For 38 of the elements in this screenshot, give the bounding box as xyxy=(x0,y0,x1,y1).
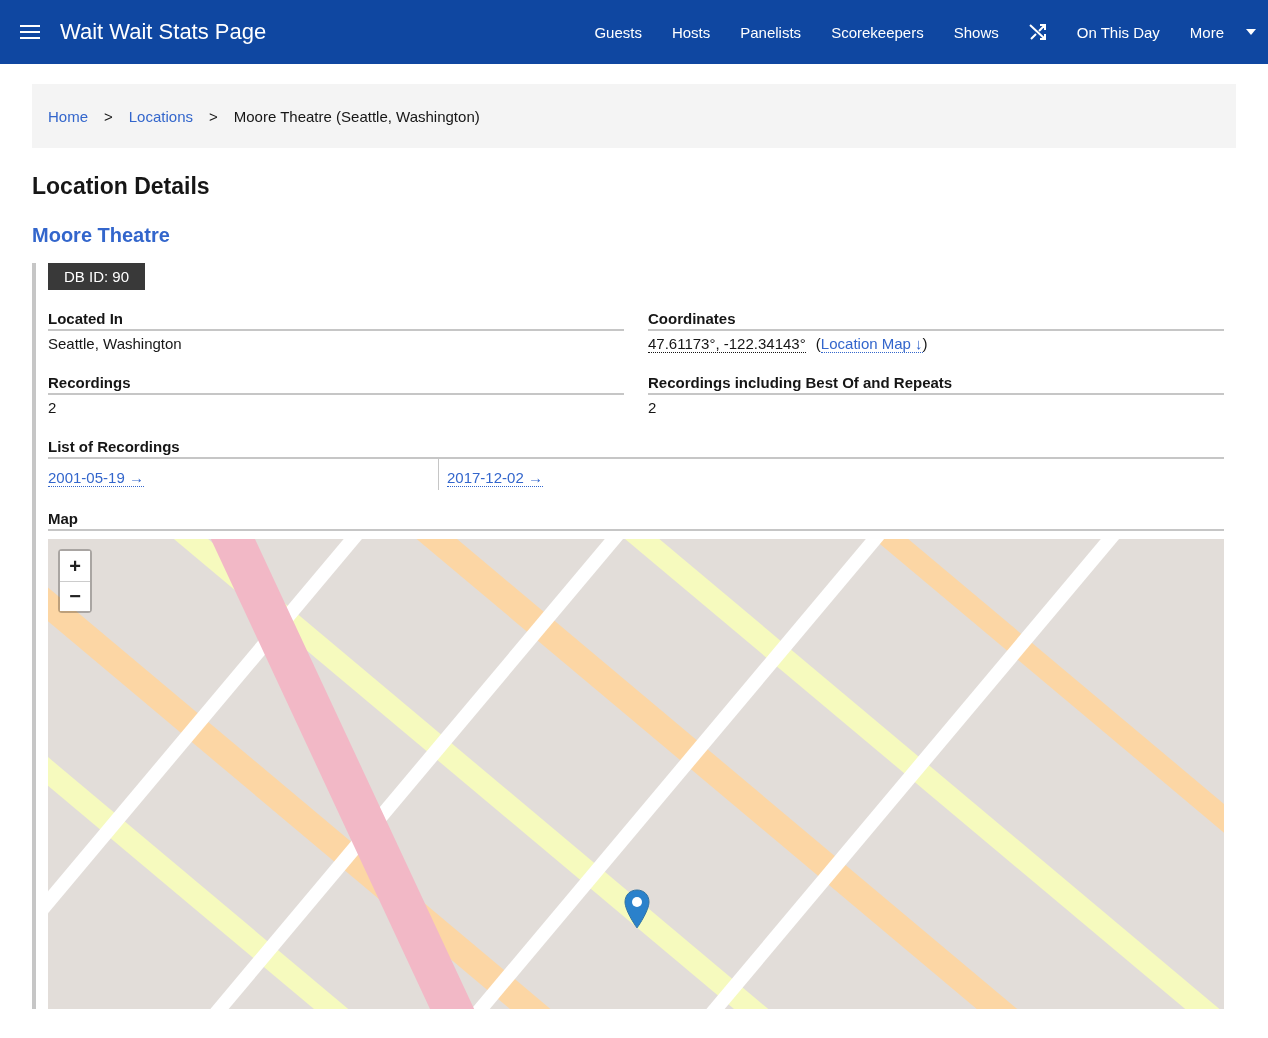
page-heading: Location Details xyxy=(32,173,211,200)
breadcrumb-link[interactable]: Locations xyxy=(128,107,193,125)
site-title[interactable]: Wait Wait Stats Page xyxy=(60,19,267,45)
location-name: Moore Theatre xyxy=(32,224,171,247)
zoom-in-button[interactable]: + xyxy=(60,551,90,581)
coordinates-value: 47.61173°, -122.34143° xyxy=(648,335,806,353)
nav-dropdown[interactable]: More xyxy=(1189,23,1256,41)
field-value: 2 xyxy=(48,399,58,416)
breadcrumb-separator: > xyxy=(104,107,113,125)
breadcrumb-separator: > xyxy=(209,107,218,125)
db-id-badge: DB ID: 90 xyxy=(48,263,146,290)
recording-link[interactable]: 2001-05-19 → xyxy=(48,469,144,487)
field-label: Recordings xyxy=(48,374,624,395)
caret-icon xyxy=(1246,29,1256,35)
field-value: Seattle, Washington xyxy=(48,335,183,352)
map-view[interactable]: + − xyxy=(48,539,1224,1009)
field-label: Coordinates xyxy=(648,310,1224,331)
nav-link[interactable]: Panelists xyxy=(740,23,802,41)
breadcrumb-current: Moore Theatre (Seattle, Washington) xyxy=(233,107,480,125)
field-label: Located In xyxy=(48,310,624,331)
location-map-link[interactable]: Location Map ↓ xyxy=(820,335,923,353)
map-marker-icon xyxy=(624,889,650,929)
nav-link[interactable]: On This Day xyxy=(1076,23,1160,41)
nav-link[interactable]: Hosts xyxy=(671,23,711,41)
field-label: Recordings including Best Of and Repeats xyxy=(648,374,1224,395)
nav-link[interactable]: Guests xyxy=(594,23,642,41)
nav-link[interactable]: Scorekeepers xyxy=(831,23,924,41)
field-value: 2 xyxy=(648,399,658,416)
field-label: List of Recordings xyxy=(48,438,1224,459)
shuffle-icon[interactable] xyxy=(1028,23,1047,41)
recording-link[interactable]: 2017-12-02 → xyxy=(447,469,543,487)
menu-icon[interactable] xyxy=(20,24,40,40)
zoom-out-button[interactable]: − xyxy=(60,581,90,611)
field-label: Map xyxy=(48,510,1224,531)
nav-link[interactable]: Shows xyxy=(953,23,999,41)
paren-text: ) xyxy=(922,335,928,352)
breadcrumb-link[interactable]: Home xyxy=(48,107,88,125)
paren-text: ( xyxy=(815,335,821,352)
